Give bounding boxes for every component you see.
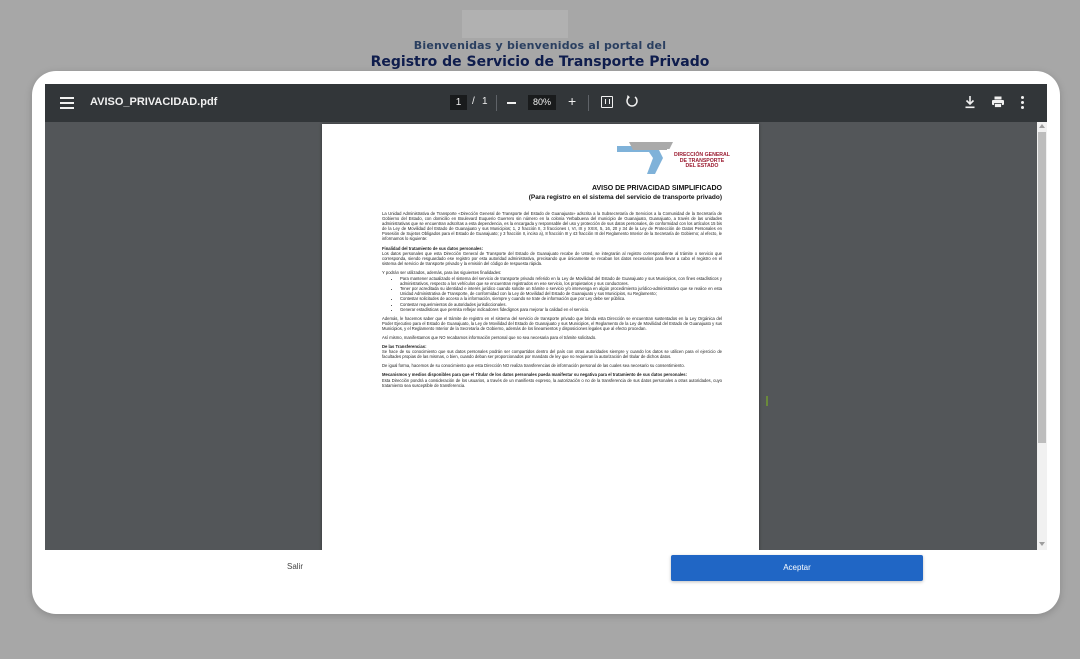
fit-page-icon[interactable] bbox=[601, 96, 613, 108]
portal-title: Registro de Servicio de Transporte Priva… bbox=[370, 54, 710, 70]
page-marker bbox=[766, 396, 768, 406]
mechanisms-paragraph: Esta Dirección pondrá a consideración de… bbox=[382, 377, 722, 388]
accept-button[interactable]: Aceptar bbox=[671, 555, 923, 581]
transfers-paragraph: Se hace de su conocimiento que sus datos… bbox=[382, 349, 722, 360]
list-item: Generar estadísticas que permita refleja… bbox=[400, 307, 722, 312]
list-item: Para mantener actualizado el sistema del… bbox=[400, 276, 722, 286]
welcome-text: Bienvenidas y bienvenidos al portal del bbox=[413, 39, 667, 52]
section-heading: Mecanismos y medios disponibles para que… bbox=[382, 372, 688, 378]
portal-logo-placeholder bbox=[462, 10, 568, 38]
purpose-paragraph: Los datos personales que esta Dirección … bbox=[382, 250, 722, 266]
uses-list: Para mantener actualizado el sistema del… bbox=[382, 276, 722, 312]
total-pages: 1 bbox=[482, 96, 488, 107]
zoom-level-input[interactable]: 80% bbox=[528, 95, 556, 110]
scrollbar-thumb[interactable] bbox=[1038, 132, 1046, 443]
intro-paragraph: La Unidad Administrativa de Transporte «… bbox=[382, 211, 722, 242]
menu-icon[interactable] bbox=[60, 97, 74, 109]
document-body: La Unidad Administrativa de Transporte «… bbox=[382, 211, 722, 392]
pdf-viewer: AVISO_PRIVACIDAD.pdf 1 / 1 80% + DIRECCI… bbox=[45, 84, 1047, 550]
pdf-toolbar: AVISO_PRIVACIDAD.pdf 1 / 1 80% + bbox=[45, 84, 1047, 122]
exit-button[interactable]: Salir bbox=[271, 556, 319, 578]
rotate-icon[interactable] bbox=[625, 94, 639, 108]
zoom-in-icon[interactable]: + bbox=[568, 93, 576, 109]
zoom-out-icon[interactable] bbox=[507, 102, 516, 104]
print-icon[interactable] bbox=[991, 96, 1005, 108]
scroll-up-icon[interactable] bbox=[1039, 124, 1045, 128]
current-page-input[interactable]: 1 bbox=[450, 95, 467, 110]
document-subtitle: (Para registro en el sistema del servici… bbox=[528, 194, 722, 201]
scroll-down-icon[interactable] bbox=[1039, 542, 1045, 546]
more-vert-icon[interactable] bbox=[1021, 96, 1025, 110]
download-icon[interactable] bbox=[964, 95, 976, 109]
toolbar-divider bbox=[588, 95, 589, 111]
no-extra-data-paragraph: Así mismo, manifestamos que NO recabamos… bbox=[382, 334, 597, 340]
page-separator: / bbox=[472, 96, 475, 107]
list-item: Tener por acreditada su identidad e inte… bbox=[400, 286, 722, 296]
uses-intro: Y podrán ser utilizados, además, para la… bbox=[382, 269, 502, 275]
pdf-page: DIRECCIÓN GENERAL DE TRANSPORTE DEL ESTA… bbox=[322, 124, 759, 550]
document-title: AVISO DE PRIVACIDAD SIMPLIFICADO bbox=[591, 185, 722, 192]
no-transfers-paragraph: De igual forma, hacemos de su conocimien… bbox=[382, 363, 685, 369]
logo-text-line: DEL ESTADO bbox=[685, 163, 719, 170]
transport-department-logo: DIRECCIÓN GENERAL DE TRANSPORTE DEL ESTA… bbox=[617, 142, 742, 176]
toolbar-divider bbox=[496, 95, 497, 111]
pdf-file-name: AVISO_PRIVACIDAD.pdf bbox=[90, 96, 218, 108]
legal-paragraph: Además, le hacemos saber que el trámite … bbox=[382, 315, 722, 331]
